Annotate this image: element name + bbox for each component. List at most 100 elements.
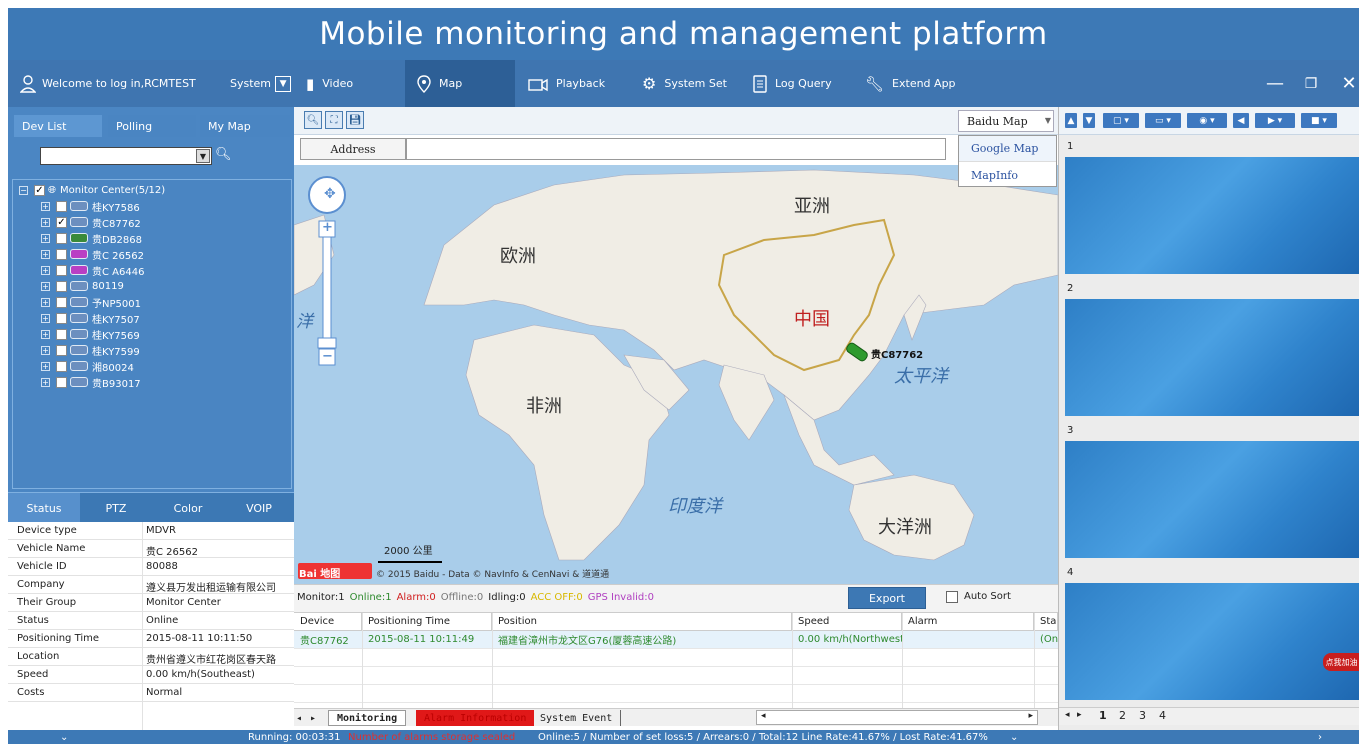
column-header-device[interactable]: Device — [294, 613, 362, 631]
expand-icon[interactable]: + — [41, 377, 50, 387]
scroll-left-icon[interactable]: ◂ — [296, 710, 308, 726]
tree-vehicle-item[interactable]: + 予NP5001 — [41, 294, 141, 310]
option-google-map[interactable]: Google Map — [959, 136, 1056, 162]
arrow-up-icon[interactable]: ▲ — [1065, 113, 1077, 128]
vehicle-checkbox[interactable] — [56, 232, 67, 244]
vehicle-checkbox[interactable] — [56, 312, 67, 324]
expand-icon[interactable]: + — [41, 329, 50, 339]
minimize-button[interactable]: — — [1260, 60, 1290, 107]
tree-vehicle-item[interactable]: +80119 — [41, 278, 124, 294]
tree-vehicle-item[interactable]: + 桂KY7599 — [41, 342, 140, 358]
vehicle-checkbox[interactable] — [56, 344, 67, 356]
address-button[interactable]: Address — [300, 138, 406, 160]
close-button[interactable]: ✕ — [1334, 60, 1359, 107]
video-window-1[interactable]: 1 — [1059, 137, 1359, 277]
column-header-position[interactable]: Position — [492, 613, 792, 631]
vehicle-checkbox[interactable] — [56, 360, 67, 372]
tab-system-set[interactable]: ⚙ System Set — [630, 60, 740, 107]
vehicle-checkbox[interactable] — [56, 264, 67, 276]
scroll-right-icon[interactable]: ▸ — [1077, 710, 1082, 720]
root-checkbox[interactable]: ✓ — [34, 184, 45, 196]
pan-arrows-icon[interactable]: ✥ — [324, 186, 336, 202]
video-window-3[interactable]: 3 — [1059, 421, 1359, 561]
camera-snapshot-icon[interactable]: ◉ ▾ — [1187, 113, 1227, 128]
option-mapinfo[interactable]: MapInfo — [959, 162, 1056, 188]
page-tab-3[interactable]: 3 — [1139, 709, 1146, 722]
address-input[interactable] — [406, 138, 946, 160]
fullscreen-icon[interactable]: ⛶ — [325, 111, 343, 129]
expand-icon[interactable]: + — [41, 345, 50, 355]
tree-vehicle-item[interactable]: + 湘80024 — [41, 358, 134, 374]
video-window-2[interactable]: 2 — [1059, 279, 1359, 419]
tab-extend-app[interactable]: 🔧︎ Extend App — [853, 60, 963, 107]
scroll-right-icon[interactable]: ▸ — [1028, 711, 1033, 721]
tab-map[interactable]: Map — [405, 60, 515, 107]
tab-dev-list[interactable]: Dev List — [14, 115, 102, 137]
expand-icon[interactable]: + — [41, 249, 50, 259]
volume-icon[interactable]: ◀ — [1233, 113, 1249, 128]
device-search-combo[interactable]: ▼ — [40, 147, 212, 165]
promo-badge[interactable]: 点我加油 — [1323, 653, 1359, 671]
tree-vehicle-item[interactable]: + ✓ 贵C87762 — [41, 214, 141, 230]
vehicle-checkbox[interactable] — [56, 280, 67, 292]
stop-icon[interactable]: ■ ▾ — [1301, 113, 1337, 128]
map-provider-select[interactable]: Baidu Map ▼ — [958, 110, 1054, 132]
column-header-positioning-time[interactable]: Positioning Time — [362, 613, 492, 631]
expand-icon[interactable]: + — [41, 297, 50, 307]
vehicle-checkbox[interactable] — [56, 296, 67, 308]
tab-system-event[interactable]: System Event — [532, 710, 622, 726]
export-button[interactable]: Export — [848, 587, 926, 609]
tree-vehicle-item[interactable]: + 桂KY7507 — [41, 310, 140, 326]
tab-monitoring[interactable]: Monitoring — [328, 710, 407, 726]
video-screen[interactable] — [1065, 157, 1359, 274]
tree-vehicle-item[interactable]: + 桂KY7586 — [41, 198, 140, 214]
arrow-down-icon[interactable]: ▼ — [1083, 113, 1095, 128]
tab-polling[interactable]: Polling — [108, 115, 196, 137]
tab-my-map[interactable]: My Map — [200, 115, 290, 137]
auto-sort-checkbox[interactable] — [946, 591, 958, 603]
video-window-4[interactable]: 4 — [1059, 563, 1359, 703]
tab-status[interactable]: Status — [8, 493, 80, 523]
vehicle-checkbox[interactable] — [56, 376, 67, 388]
layout-select-icon[interactable]: ▢ ▾ — [1103, 113, 1139, 128]
vehicle-checkbox[interactable] — [56, 200, 67, 212]
zoom-search-icon[interactable]: 🔍︎ — [304, 111, 322, 129]
page-tab-1[interactable]: 1 — [1099, 709, 1107, 722]
expand-icon[interactable]: + — [41, 313, 50, 323]
tab-alarm-information[interactable]: Alarm Information — [416, 710, 535, 726]
page-tab-2[interactable]: 2 — [1119, 709, 1126, 722]
tab-video[interactable]: ▮ Video — [294, 60, 404, 107]
video-screen[interactable] — [1065, 441, 1359, 558]
expand-icon[interactable]: + — [41, 217, 50, 227]
tab-voip[interactable]: VOIP — [224, 493, 294, 523]
column-header-speed[interactable]: Speed — [792, 613, 902, 631]
tab-ptz[interactable]: PTZ — [80, 493, 152, 523]
tree-vehicle-item[interactable]: + 贵B93017 — [41, 374, 141, 390]
expand-icon[interactable]: + — [41, 201, 50, 211]
page-tab-4[interactable]: 4 — [1159, 709, 1166, 722]
video-screen[interactable] — [1065, 299, 1359, 416]
column-header-status[interactable]: Sta — [1034, 613, 1058, 631]
restore-button[interactable]: ❐ — [1296, 60, 1326, 107]
scroll-right-icon[interactable]: ▸ — [310, 710, 322, 726]
window-select-icon[interactable]: ▭ ▾ — [1145, 113, 1181, 128]
tab-color[interactable]: Color — [152, 493, 224, 523]
chevron-down-icon[interactable]: ⌄ — [60, 730, 68, 744]
map-view[interactable]: 亚洲 欧洲 中国 非洲 太平洋 印度洋 大洋洲 洋 贵C87762 2000 公… — [294, 165, 1058, 584]
video-screen[interactable] — [1065, 583, 1359, 700]
vehicle-checkbox[interactable] — [56, 328, 67, 340]
expand-icon[interactable]: + — [41, 233, 50, 243]
tree-vehicle-item[interactable]: + 桂KY7569 — [41, 326, 140, 342]
tree-vehicle-item[interactable]: + 贵C A6446 — [41, 262, 144, 278]
tree-root[interactable]: − ✓ 🌐︎ Monitor Center(5/12) — [19, 182, 165, 198]
zoom-out-button[interactable]: − — [322, 349, 333, 364]
expand-icon[interactable]: + — [41, 265, 50, 275]
column-header-alarm[interactable]: Alarm — [902, 613, 1034, 631]
collapse-icon[interactable]: − — [19, 185, 28, 195]
play-icon[interactable]: ▶ ▾ — [1255, 113, 1295, 128]
tree-vehicle-item[interactable]: + 贵DB2868 — [41, 230, 142, 246]
tab-playback[interactable]: Playback — [516, 60, 626, 107]
horizontal-scrollbar[interactable]: ◂ ▸ — [756, 710, 1038, 725]
vehicle-checkbox[interactable] — [56, 248, 67, 260]
search-icon[interactable]: 🔍︎ — [215, 147, 232, 162]
